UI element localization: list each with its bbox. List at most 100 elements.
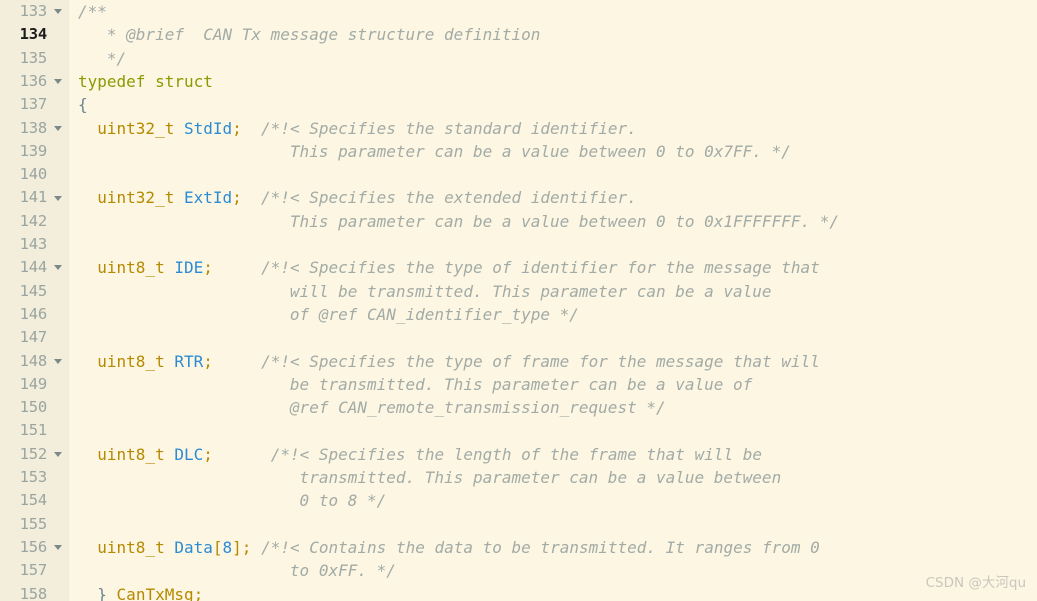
code-token-type: uint32_t <box>97 188 175 208</box>
code-token-type: ; <box>203 258 213 278</box>
gutter-row[interactable]: 141 <box>0 186 68 209</box>
line-number: 149 <box>19 374 48 393</box>
code-line[interactable]: 0 to 8 */ <box>78 489 1037 512</box>
code-line[interactable] <box>78 513 1037 536</box>
gutter-row[interactable]: 134 <box>0 23 68 46</box>
line-number: 142 <box>19 211 48 230</box>
code-line[interactable]: transmitted. This parameter can be a val… <box>78 466 1037 489</box>
code-token-ident: 8 <box>222 537 233 557</box>
code-token-com: /*!< Contains the data to be transmitted… <box>261 537 820 557</box>
fold-collapse-icon[interactable] <box>47 79 68 85</box>
code-token-com: This parameter can be a value between 0 … <box>78 211 839 231</box>
code-line[interactable] <box>78 419 1037 442</box>
gutter-row[interactable]: 153 <box>0 466 68 489</box>
gutter-row[interactable]: 146 <box>0 303 68 326</box>
gutter-row[interactable]: 147 <box>0 326 68 349</box>
gutter-row[interactable]: 145 <box>0 280 68 303</box>
code-token-com: 0 to 8 */ <box>78 491 387 511</box>
code-line[interactable]: } CanTxMsg; <box>78 583 1037 601</box>
gutter-row[interactable]: 156 <box>0 536 68 559</box>
code-token-type: ; <box>232 118 242 138</box>
code-line[interactable] <box>78 326 1037 349</box>
code-line[interactable]: /** <box>78 0 1037 23</box>
gutter-row[interactable]: 140 <box>0 163 68 186</box>
code-line[interactable]: will be transmitted. This parameter can … <box>78 280 1037 303</box>
gutter-row[interactable]: 135 <box>0 47 68 70</box>
code-line[interactable]: { <box>78 93 1037 116</box>
line-number: 150 <box>19 398 48 417</box>
code-token-com: of @ref CAN_identifier_type */ <box>78 304 579 324</box>
line-number: 141 <box>19 188 48 207</box>
gutter-row[interactable]: 144 <box>0 256 68 279</box>
gutter-row[interactable]: 155 <box>0 513 68 536</box>
line-number: 135 <box>19 48 48 67</box>
code-token-ident: Data <box>174 537 213 557</box>
fold-collapse-icon[interactable] <box>47 358 68 364</box>
code-editor[interactable]: 133 134 135 136 137 138 139 140 141 142 143 144 145 1… <box>0 0 1037 601</box>
gutter-row[interactable]: 133 <box>0 0 68 23</box>
code-line[interactable]: uint8_t IDE; /*!< Specifies the type of … <box>78 256 1037 279</box>
line-number: 144 <box>19 258 48 277</box>
line-number: 143 <box>19 235 48 253</box>
code-line[interactable]: to 0xFF. */ <box>78 559 1037 582</box>
fold-collapse-icon[interactable] <box>47 9 68 15</box>
fold-collapse-icon[interactable] <box>47 545 68 551</box>
code-line[interactable] <box>78 163 1037 186</box>
code-token-com: transmitted. This parameter can be a val… <box>78 468 782 487</box>
gutter-row[interactable]: 149 <box>0 373 68 396</box>
gutter-row[interactable]: 152 <box>0 443 68 466</box>
code-line[interactable]: This parameter can be a value between 0 … <box>78 210 1037 233</box>
line-number: 156 <box>19 537 48 556</box>
line-number: 138 <box>19 118 48 137</box>
code-token-type: [ <box>212 537 223 557</box>
gutter-row[interactable]: 143 <box>0 233 68 256</box>
fold-collapse-icon[interactable] <box>47 451 68 457</box>
code-token-com: /*!< Specifies the extended identifier. <box>261 188 637 208</box>
gutter-row[interactable]: 157 <box>0 559 68 582</box>
line-number: 133 <box>19 2 48 20</box>
code-token-type: uint8_t <box>97 537 165 557</box>
line-number: 137 <box>19 95 48 114</box>
gutter-row[interactable]: 138 <box>0 117 68 140</box>
code-line[interactable]: @ref CAN_remote_transmission_request */ <box>78 396 1037 419</box>
code-token-ident: StdId <box>183 118 233 138</box>
gutter-row[interactable]: 137 <box>0 93 68 116</box>
code-line[interactable] <box>78 233 1037 256</box>
fold-collapse-icon[interactable] <box>47 265 68 271</box>
code-line[interactable]: uint8_t DLC; /*!< Specifies the length o… <box>78 443 1037 466</box>
code-token-punc: { <box>78 95 88 115</box>
gutter-row[interactable]: 151 <box>0 419 68 442</box>
gutter-row[interactable]: 150 <box>0 396 68 419</box>
gutter-row[interactable]: 142 <box>0 210 68 233</box>
gutter-row[interactable]: 154 <box>0 489 68 512</box>
code-token-type: ; <box>203 351 213 371</box>
gutter-row[interactable]: 139 <box>0 140 68 163</box>
code-line[interactable]: */ <box>78 47 1037 70</box>
gutter-row[interactable]: 136 <box>0 70 68 93</box>
code-line[interactable]: of @ref CAN_identifier_type */ <box>78 303 1037 326</box>
code-token-type: uint8_t <box>97 351 165 371</box>
code-line[interactable]: * @brief CAN Tx message structure defini… <box>78 23 1037 46</box>
code-line[interactable]: uint8_t RTR; /*!< Specifies the type of … <box>78 350 1037 373</box>
code-token-com: * @brief CAN Tx message structure defini… <box>78 25 541 45</box>
code-line[interactable]: uint8_t Data[8]; /*!< Contains the data … <box>78 536 1037 559</box>
gutter-row[interactable]: 148 <box>0 350 68 373</box>
code-line[interactable]: This parameter can be a value between 0 … <box>78 140 1037 163</box>
gutter-row[interactable]: 158 <box>0 583 68 601</box>
fold-collapse-icon[interactable] <box>47 125 68 131</box>
code-token-ident: IDE <box>174 258 204 278</box>
code-line[interactable]: uint32_t ExtId; /*!< Specifies the exten… <box>78 186 1037 209</box>
code-line[interactable]: uint32_t StdId; /*!< Specifies the stand… <box>78 117 1037 140</box>
code-content-area[interactable]: /** * @brief CAN Tx message structure de… <box>69 0 1037 601</box>
fold-collapse-icon[interactable] <box>47 195 68 201</box>
line-number: 134 <box>19 25 48 44</box>
code-line[interactable]: typedef struct <box>78 70 1037 93</box>
code-token-com: /** <box>78 2 107 21</box>
code-line[interactable]: be transmitted. This parameter can be a … <box>78 373 1037 396</box>
